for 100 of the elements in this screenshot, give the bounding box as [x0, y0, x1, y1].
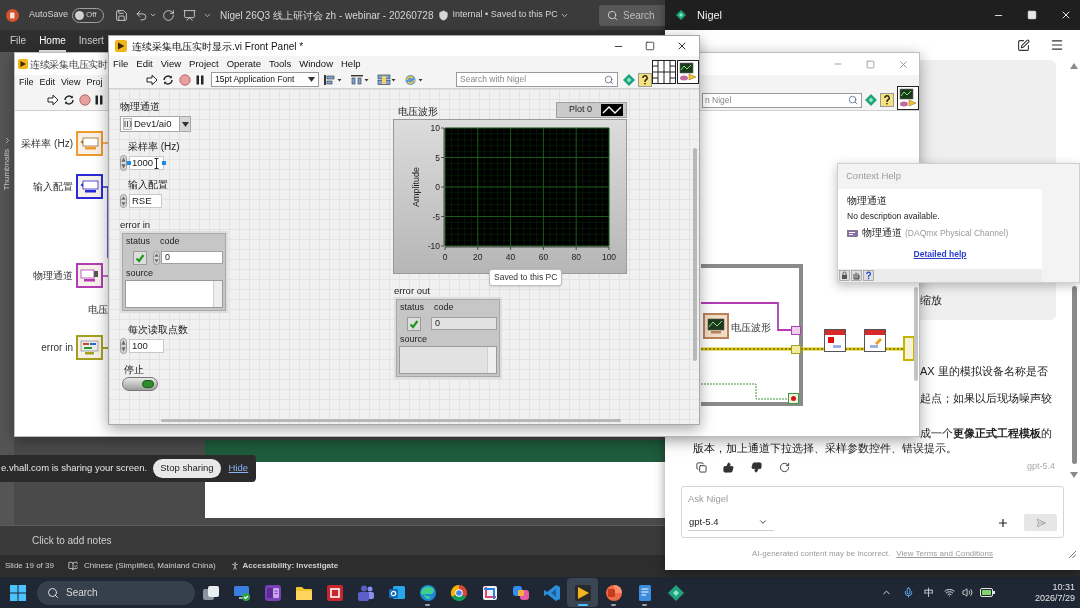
- menu-item[interactable]: Proj: [86, 76, 103, 90]
- menu-item[interactable]: File: [113, 56, 129, 71]
- accessibility-icon[interactable]: [229, 561, 240, 571]
- search-field[interactable]: Search: [599, 4, 665, 26]
- menu-item[interactable]: View: [61, 76, 81, 90]
- task-node[interactable]: [824, 329, 846, 352]
- terminal-icon[interactable]: [76, 174, 103, 199]
- run-continuously-icon[interactable]: [162, 73, 174, 86]
- hand-icon[interactable]: [851, 270, 862, 281]
- ribbon-tab[interactable]: File: [10, 33, 27, 52]
- book-check-icon[interactable]: [67, 561, 78, 571]
- volume-icon[interactable]: [961, 587, 973, 598]
- resize-icon[interactable]: [377, 73, 396, 86]
- reorder-icon[interactable]: [404, 73, 423, 86]
- run-arrow-icon[interactable]: [47, 94, 59, 107]
- add-icon[interactable]: [997, 516, 1009, 529]
- function-node[interactable]: [903, 336, 915, 361]
- channel-dropdown[interactable]: Dev1/ai0: [120, 116, 191, 132]
- menu-item[interactable]: Help: [341, 56, 361, 71]
- stop-button[interactable]: [122, 377, 158, 391]
- menu-item[interactable]: View: [160, 56, 182, 71]
- assistant-diamond-icon[interactable]: [865, 94, 877, 107]
- scroll-up-icon[interactable]: [1070, 63, 1078, 69]
- lock-icon[interactable]: [839, 270, 850, 281]
- align-icon[interactable]: [323, 73, 342, 86]
- save-icon[interactable]: [115, 8, 129, 22]
- pause-icon[interactable]: [195, 73, 205, 86]
- terminal-icon[interactable]: [76, 335, 103, 360]
- resize-grip-icon[interactable]: [1069, 551, 1076, 558]
- plot-legend[interactable]: Plot 0: [556, 102, 627, 118]
- clock-date[interactable]: 2026/7/29: [1034, 592, 1075, 604]
- close-icon[interactable]: [676, 40, 688, 52]
- regenerate-icon[interactable]: [779, 461, 790, 473]
- ribbon-tab[interactable]: Insert: [78, 33, 104, 52]
- stop-sharing-button[interactable]: Stop sharing: [153, 459, 221, 478]
- notes-field[interactable]: Click to add notes: [0, 525, 665, 555]
- redo-icon[interactable]: [162, 8, 176, 22]
- increment-arrows-icon[interactable]: [120, 154, 127, 171]
- help-icon[interactable]: [880, 93, 894, 108]
- menu-item[interactable]: File: [19, 76, 34, 90]
- font-select[interactable]: 15pt Application Font: [211, 72, 319, 88]
- scroll-down-icon[interactable]: [1070, 472, 1078, 478]
- graph-terminal-icon[interactable]: [703, 313, 729, 339]
- thumbs-down-icon[interactable]: [751, 461, 762, 473]
- close-icon[interactable]: [1060, 9, 1072, 21]
- language-label[interactable]: Chinese (Simplified, Mainland China): [83, 560, 216, 572]
- accessibility-status[interactable]: Accessibility: Investigate: [242, 560, 339, 572]
- increment-arrows-icon[interactable]: [153, 250, 160, 265]
- menu-item[interactable]: Edit: [39, 76, 56, 90]
- menu-item[interactable]: Project: [189, 56, 219, 71]
- clock-time[interactable]: 10:31: [1052, 581, 1075, 593]
- vi-icon[interactable]: [897, 86, 919, 110]
- taskbar-search[interactable]: Search: [37, 580, 195, 605]
- code-field[interactable]: 0: [161, 251, 223, 264]
- ring-field[interactable]: RSE: [129, 194, 162, 208]
- scrollbar-thumb[interactable]: [1071, 286, 1077, 464]
- taskbar-button[interactable]: [567, 578, 598, 607]
- numeric-field[interactable]: 1000: [129, 155, 164, 170]
- thumbnails-label[interactable]: Thumbnails: [1, 149, 13, 191]
- task-node[interactable]: [864, 329, 886, 352]
- increment-arrows-icon[interactable]: [120, 194, 127, 208]
- menu-icon[interactable]: [1050, 38, 1064, 52]
- thumbs-up-icon[interactable]: [723, 461, 734, 473]
- stop-terminal-icon[interactable]: [788, 393, 799, 404]
- wifi-icon[interactable]: [943, 587, 955, 598]
- scrollbar-thumb[interactable]: [914, 287, 918, 381]
- pause-icon[interactable]: [94, 94, 104, 107]
- menu-item[interactable]: Window: [299, 56, 333, 71]
- numeric-field[interactable]: 100: [129, 338, 164, 353]
- help-icon[interactable]: [863, 270, 874, 281]
- run-arrow-icon[interactable]: [146, 73, 158, 86]
- help-icon[interactable]: [638, 72, 652, 87]
- run-continuously-icon[interactable]: [63, 94, 75, 107]
- search-field[interactable]: Search with Nigel: [456, 72, 618, 88]
- menu-item[interactable]: Operate: [226, 56, 261, 71]
- microphone-icon[interactable]: [902, 587, 914, 598]
- scrollbar-thumb[interactable]: [693, 148, 697, 361]
- presentation-icon[interactable]: [183, 8, 197, 22]
- hide-link[interactable]: Hide: [228, 461, 249, 476]
- menu-item[interactable]: Edit: [136, 56, 153, 71]
- assistant-diamond-icon[interactable]: [623, 73, 635, 86]
- distribute-icon[interactable]: [350, 73, 369, 86]
- ime-indicator[interactable]: 中: [923, 585, 934, 600]
- connector-pane-icon[interactable]: [652, 60, 676, 84]
- copy-icon[interactable]: [696, 461, 707, 473]
- battery-icon[interactable]: [979, 588, 995, 597]
- menu-item[interactable]: Tools: [269, 56, 292, 71]
- abort-icon[interactable]: [179, 73, 191, 86]
- undo-icon[interactable]: [135, 8, 149, 22]
- model-select[interactable]: gpt-5.4: [688, 514, 774, 531]
- scrollbar-thumb[interactable]: [161, 418, 621, 422]
- vi-icon[interactable]: [677, 60, 699, 84]
- search-field[interactable]: n Nigel: [702, 92, 862, 108]
- increment-arrows-icon[interactable]: [120, 337, 127, 354]
- save-status-button[interactable]: Internal • Saved to this PC: [452, 8, 569, 22]
- terminal-icon[interactable]: [76, 263, 103, 288]
- detailed-help-link[interactable]: Detailed help: [913, 247, 967, 261]
- source-field[interactable]: [125, 280, 223, 308]
- caret-icon[interactable]: [149, 11, 158, 19]
- start-icon[interactable]: [10, 584, 26, 601]
